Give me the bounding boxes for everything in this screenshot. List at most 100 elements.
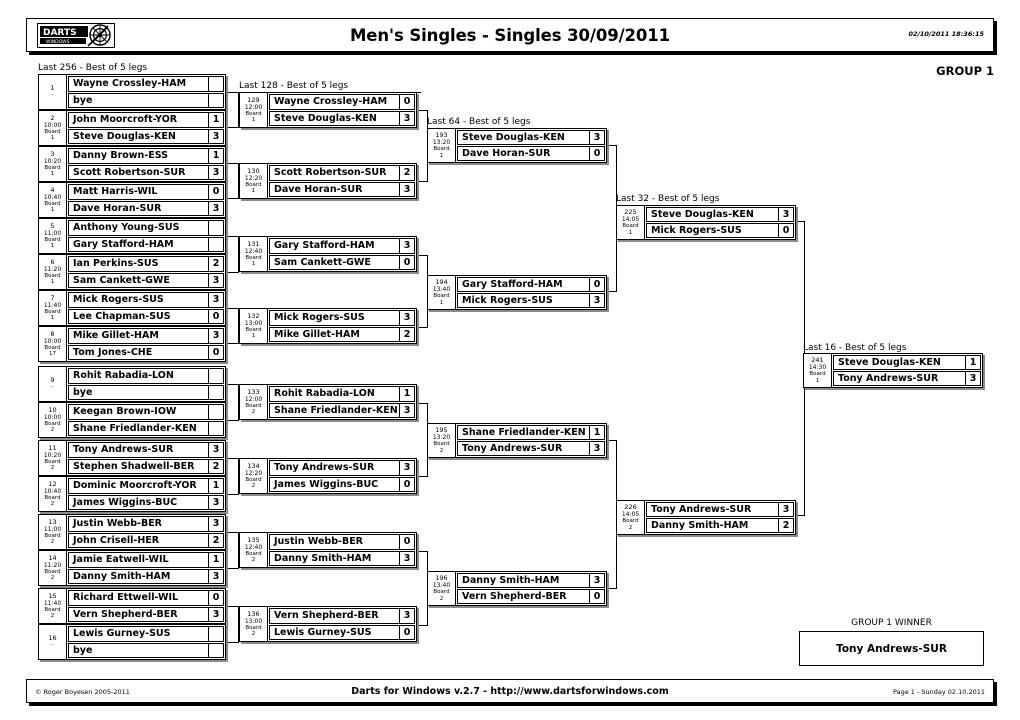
- match-player-row[interactable]: Mike Gillet-HAM 3: [68, 328, 224, 344]
- match-time: 14:30: [808, 364, 827, 371]
- match-player-row[interactable]: Richard Ettwell-WIL 0: [68, 590, 224, 606]
- match-player-row[interactable]: Tony Andrews-SUR 3: [833, 371, 981, 386]
- match-player-row[interactable]: John Moorcroft-YOR 1: [68, 112, 224, 128]
- match-player-row[interactable]: Justin Webb-BER 0: [269, 534, 415, 550]
- match-130[interactable]: 130 12:20 Board 1 Scott Robertson-SUR 2 …: [239, 163, 417, 199]
- match-player-row[interactable]: James Wiggins-BUC 3: [68, 494, 224, 510]
- match-player-row[interactable]: bye: [68, 92, 224, 108]
- match-player-row[interactable]: Lee Chapman-SUS 0: [68, 308, 224, 324]
- match-2[interactable]: 2 10:00 Board 1 John Moorcroft-YOR 1 Ste…: [38, 110, 226, 146]
- match-player-row[interactable]: Tony Andrews-SUR 3: [269, 460, 415, 476]
- match-1[interactable]: 1 - Wayne Crossley-HAM bye: [38, 74, 226, 110]
- match-14[interactable]: 14 11:20 Board 2 Jamie Eatwell-WIL 1 Dan…: [38, 550, 226, 586]
- match-player-row[interactable]: Danny Smith-HAM 3: [68, 568, 224, 584]
- match-player-row[interactable]: Mike Gillet-HAM 2: [269, 326, 415, 342]
- match-player-row[interactable]: Matt Harris-WIL 0: [68, 184, 224, 200]
- match-player-row[interactable]: Scott Robertson-SUR 3: [68, 164, 224, 180]
- match-player-row[interactable]: Lewis Gurney-SUS: [68, 626, 224, 642]
- match-4[interactable]: 4 10:40 Board 1 Matt Harris-WIL 0 Dave H…: [38, 182, 226, 218]
- match-info: 10 10:00 Board 2: [39, 403, 67, 437]
- match-player-row[interactable]: bye: [68, 384, 224, 400]
- match-player-row[interactable]: Tony Andrews-SUR 3: [457, 441, 605, 456]
- footer-app-link[interactable]: Darts for Windows v.2.7 - http://www.dar…: [27, 686, 993, 697]
- match-player-row[interactable]: Sam Cankett-GWE 3: [68, 272, 224, 288]
- match-133[interactable]: 133 12:00 Board 2 Rohit Rabadia-LON 1 Sh…: [239, 384, 417, 420]
- match-6[interactable]: 6 11:20 Board 1 Ian Perkins-SUS 2 Sam Ca…: [38, 254, 226, 290]
- match-11[interactable]: 11 10:20 Board 2 Tony Andrews-SUR 3 Step…: [38, 440, 226, 476]
- match-player-row[interactable]: James Wiggins-BUC 0: [269, 476, 415, 492]
- player-score: 3: [589, 442, 604, 455]
- match-136[interactable]: 136 13:00 Board 2 Vern Shepherd-BER 3 Le…: [239, 606, 417, 642]
- match-16[interactable]: 16 - Lewis Gurney-SUS bye: [38, 624, 226, 660]
- match-196[interactable]: 196 13:40 Board 2 Danny Smith-HAM 3 Vern…: [427, 571, 607, 606]
- match-3[interactable]: 3 10:20 Board 1 Danny Brown-ESS 1 Scott …: [38, 146, 226, 182]
- match-player-row[interactable]: Dave Horan-SUR 0: [457, 146, 605, 161]
- match-player-row[interactable]: Vern Shepherd-BER 3: [269, 608, 415, 624]
- match-player-row[interactable]: Tony Andrews-SUR 3: [646, 502, 794, 517]
- match-10[interactable]: 10 10:00 Board 2 Keegan Brown-IOW Shane …: [38, 402, 226, 438]
- match-8[interactable]: 8 10:00 Board 17 Mike Gillet-HAM 3 Tom J…: [38, 326, 226, 362]
- match-player-row[interactable]: Scott Robertson-SUR 2: [269, 165, 415, 181]
- match-player-row[interactable]: Wayne Crossley-HAM: [68, 76, 224, 92]
- match-player-row[interactable]: Stephen Shadwell-BER 2: [68, 458, 224, 474]
- match-player-row[interactable]: Mick Rogers-SUS 3: [68, 292, 224, 308]
- player-name: Justin Webb-BER: [274, 536, 363, 548]
- match-player-row[interactable]: Shane Friedlander-KEN: [68, 420, 224, 436]
- match-5[interactable]: 5 11:00 Board 1 Anthony Young-SUS Gary S…: [38, 218, 226, 254]
- match-time: 12:40: [244, 247, 263, 255]
- match-player-row[interactable]: Steve Douglas-KEN 1: [833, 355, 981, 370]
- match-7[interactable]: 7 11:40 Board 1 Mick Rogers-SUS 3 Lee Ch…: [38, 290, 226, 326]
- match-12[interactable]: 12 10:40 Board 2 Dominic Moorcroft-YOR 1…: [38, 476, 226, 512]
- match-player-row[interactable]: Mick Rogers-SUS 3: [457, 293, 605, 308]
- match-player-row[interactable]: Shane Friedlander-KEN 1: [457, 425, 605, 440]
- match-134[interactable]: 134 12:20 Board 2 Tony Andrews-SUR 3 Jam…: [239, 458, 417, 494]
- match-player-row[interactable]: Danny Smith-HAM 2: [646, 518, 794, 533]
- match-player-row[interactable]: Mick Rogers-SUS 3: [269, 310, 415, 326]
- match-player-row[interactable]: Gary Stafford-HAM 3: [269, 238, 415, 254]
- match-226[interactable]: 226 14:05 Board 2 Tony Andrews-SUR 3 Dan…: [616, 500, 796, 535]
- match-player-row[interactable]: Vern Shepherd-BER 3: [68, 606, 224, 622]
- player-name: Mick Rogers-SUS: [462, 295, 553, 306]
- match-player-row[interactable]: Dave Horan-SUR 3: [269, 181, 415, 197]
- match-195[interactable]: 195 13:20 Board 2 Shane Friedlander-KEN …: [427, 423, 607, 458]
- match-player-row[interactable]: Justin Webb-BER 3: [68, 516, 224, 532]
- match-player-row[interactable]: Mick Rogers-SUS 0: [646, 223, 794, 238]
- match-193[interactable]: 193 13:20 Board 1 Steve Douglas-KEN 3 Da…: [427, 128, 607, 163]
- match-129[interactable]: 129 12:00 Board 1 Wayne Crossley-HAM 0 S…: [239, 92, 417, 128]
- match-player-row[interactable]: Steve Douglas-KEN 3: [646, 207, 794, 222]
- match-131[interactable]: 131 12:40 Board 1 Gary Stafford-HAM 3 Sa…: [239, 236, 417, 272]
- match-player-row[interactable]: Jamie Eatwell-WIL 1: [68, 552, 224, 568]
- match-player-row[interactable]: Tony Andrews-SUR 3: [68, 442, 224, 458]
- match-player-row[interactable]: Dave Horan-SUR 3: [68, 200, 224, 216]
- match-player-row[interactable]: Steve Douglas-KEN 3: [457, 130, 605, 145]
- match-13[interactable]: 13 11:00 Board 2 Justin Webb-BER 3 John …: [38, 514, 226, 550]
- match-15[interactable]: 15 11:40 Board 2 Richard Ettwell-WIL 0 V…: [38, 588, 226, 624]
- match-player-row[interactable]: Tom Jones-CHE 0: [68, 344, 224, 360]
- match-player-row[interactable]: Steve Douglas-KEN 3: [68, 128, 224, 144]
- match-player-row[interactable]: Shane Friedlander-KEN 3: [269, 402, 415, 418]
- match-player-row[interactable]: Rohit Rabadia-LON 1: [269, 386, 415, 402]
- match-player-row[interactable]: Wayne Crossley-HAM 0: [269, 94, 415, 110]
- match-player-row[interactable]: John Crisell-HER 2: [68, 532, 224, 548]
- match-135[interactable]: 135 12:40 Board 2 Justin Webb-BER 0 Dann…: [239, 532, 417, 568]
- match-player-row[interactable]: Gary Stafford-HAM 0: [457, 277, 605, 292]
- match-player-row[interactable]: Vern Shepherd-BER 0: [457, 589, 605, 604]
- match-player-row[interactable]: Anthony Young-SUS: [68, 220, 224, 236]
- match-player-row[interactable]: Danny Smith-HAM 3: [269, 550, 415, 566]
- match-9[interactable]: 9 - Rohit Rabadia-LON bye: [38, 366, 226, 402]
- match-player-row[interactable]: Sam Cankett-GWE 0: [269, 254, 415, 270]
- match-player-row[interactable]: Danny Smith-HAM 3: [457, 573, 605, 588]
- match-player-row[interactable]: Gary Stafford-HAM: [68, 236, 224, 252]
- match-player-row[interactable]: Rohit Rabadia-LON: [68, 368, 224, 384]
- match-player-row[interactable]: Keegan Brown-IOW: [68, 404, 224, 420]
- match-player-row[interactable]: Steve Douglas-KEN 3: [269, 110, 415, 126]
- match-194[interactable]: 194 13:40 Board 1 Gary Stafford-HAM 0 Mi…: [427, 275, 607, 310]
- match-player-row[interactable]: Ian Perkins-SUS 2: [68, 256, 224, 272]
- match-132[interactable]: 132 13:00 Board 1 Mick Rogers-SUS 3 Mike…: [239, 308, 417, 344]
- match-player-row[interactable]: Danny Brown-ESS 1: [68, 148, 224, 164]
- match-player-row[interactable]: Lewis Gurney-SUS 0: [269, 624, 415, 640]
- match-225[interactable]: 225 14:05 Board 1 Steve Douglas-KEN 3 Mi…: [616, 205, 796, 240]
- match-241[interactable]: 241 14:30 Board 1 Steve Douglas-KEN 1 To…: [803, 353, 983, 388]
- match-player-row[interactable]: Dominic Moorcroft-YOR 1: [68, 478, 224, 494]
- match-player-row[interactable]: bye: [68, 642, 224, 658]
